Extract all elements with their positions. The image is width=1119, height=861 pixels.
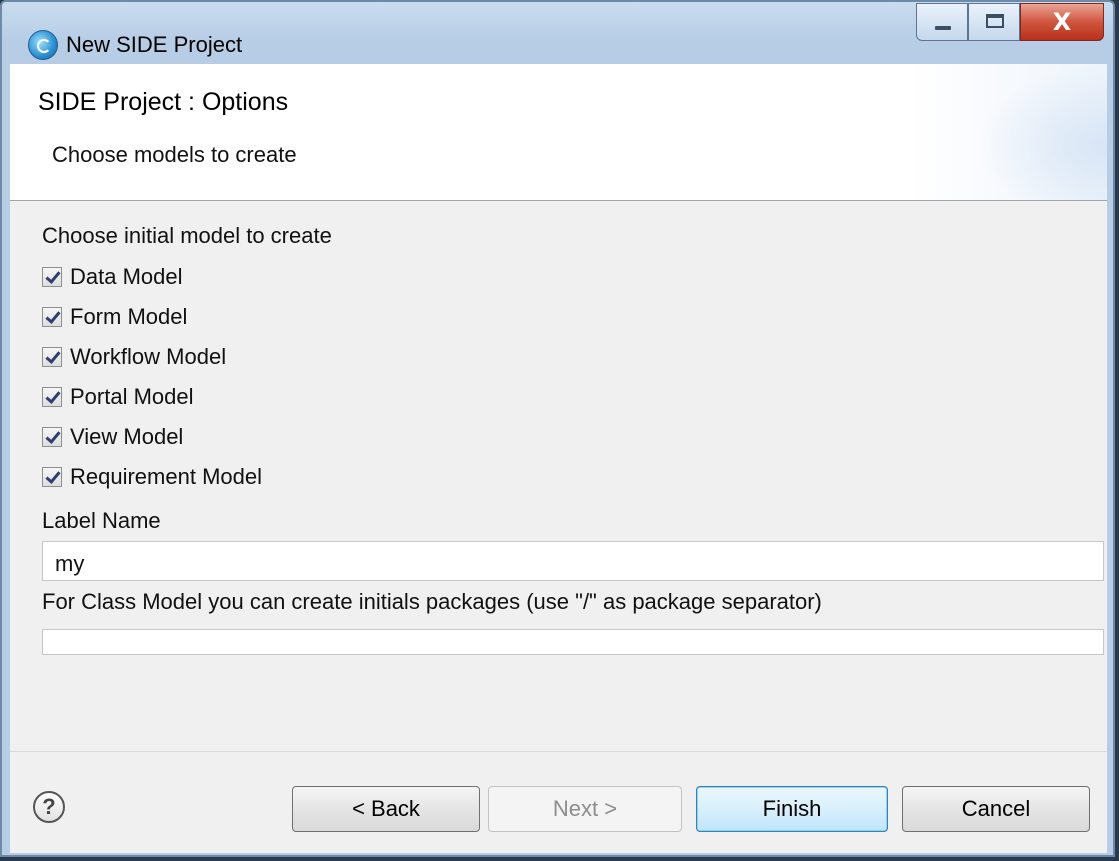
next-button[interactable]: Next > (488, 786, 682, 832)
models-section-label: Choose initial model to create (42, 223, 332, 248)
close-button[interactable]: X (1020, 3, 1104, 41)
window-title: New SIDE Project (66, 32, 243, 57)
checkbox-label: Portal Model (70, 384, 194, 409)
label-name-input[interactable]: my (42, 541, 1104, 581)
cancel-button[interactable]: Cancel (902, 786, 1090, 832)
maximize-button[interactable] (968, 3, 1020, 41)
checkbox-workflow-model[interactable]: Workflow Model (42, 342, 226, 372)
checkbox-label: Workflow Model (70, 344, 227, 369)
checkbox-label: View Model (70, 424, 184, 449)
title-bar[interactable]: New SIDE Project X (2, 2, 1113, 64)
page-title: SIDE Project : Options (38, 88, 289, 116)
packages-input[interactable] (42, 629, 1104, 655)
dialog-window: New SIDE Project X SIDE Project : Option… (0, 0, 1115, 857)
options-panel: Choose initial model to create Data Mode… (10, 201, 1107, 751)
checkbox-requirement-model[interactable]: Requirement Model (42, 462, 262, 492)
checkbox-checked-icon[interactable] (42, 307, 62, 327)
label-name-label: Label Name (42, 508, 161, 533)
checkbox-view-model[interactable]: View Model (42, 422, 183, 452)
checkbox-checked-icon[interactable] (42, 427, 62, 447)
side-app-icon (28, 30, 58, 60)
help-icon[interactable]: ? (33, 791, 65, 823)
button-bar: ? < Back Next > Finish Cancel (10, 751, 1107, 854)
checkbox-checked-icon[interactable] (42, 387, 62, 407)
checkbox-label: Form Model (70, 304, 188, 329)
checkbox-label: Data Model (70, 264, 183, 289)
minimize-icon (935, 26, 951, 30)
page-description: Choose models to create (52, 142, 297, 167)
dialog-body: SIDE Project : Options Choose models to … (10, 64, 1107, 853)
finish-button[interactable]: Finish (696, 786, 888, 832)
checkbox-data-model[interactable]: Data Model (42, 262, 183, 292)
checkbox-portal-model[interactable]: Portal Model (42, 382, 194, 412)
checkbox-form-model[interactable]: Form Model (42, 302, 187, 332)
checkbox-checked-icon[interactable] (42, 267, 62, 287)
minimize-button[interactable] (916, 3, 968, 41)
checkbox-label: Requirement Model (70, 464, 262, 489)
close-icon: X (1052, 8, 1072, 36)
packages-label: For Class Model you can create initials … (42, 589, 822, 614)
wizard-banner: SIDE Project : Options Choose models to … (10, 64, 1107, 201)
checkbox-checked-icon[interactable] (42, 347, 62, 367)
back-button[interactable]: < Back (292, 786, 480, 832)
maximize-icon (986, 14, 1004, 28)
checkbox-checked-icon[interactable] (42, 467, 62, 487)
